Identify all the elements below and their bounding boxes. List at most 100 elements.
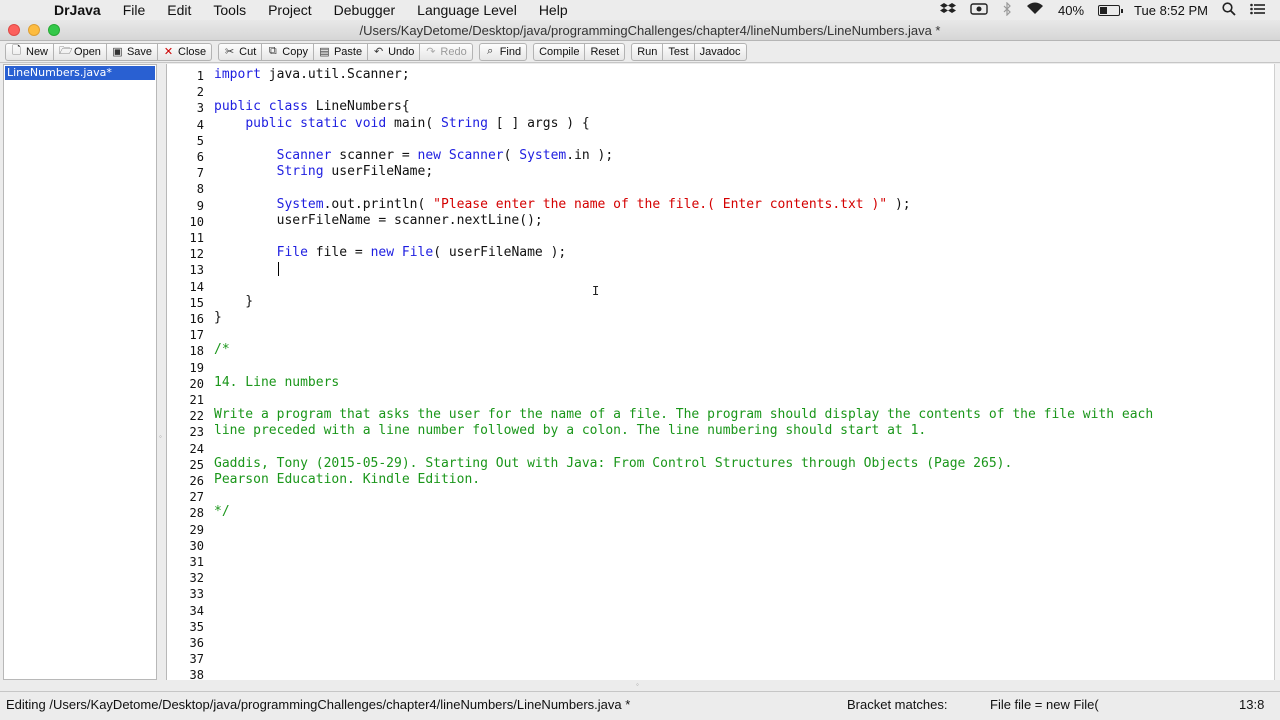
code-token: } [214,293,254,309]
code-line[interactable]: Pearson Education. Kindle Edition. [214,472,480,488]
document-item-linenumbers[interactable]: LineNumbers.java* [5,66,155,80]
code-line[interactable]: */ [214,504,230,520]
line-number: 3 [196,101,204,116]
javadoc-button[interactable]: Javadoc [694,42,747,61]
paste-button[interactable]: ▤ Paste [313,42,369,61]
code-token: */ [214,504,230,520]
line-number: 30 [189,538,204,553]
menu-help[interactable]: Help [539,2,568,18]
wifi-icon[interactable] [1026,2,1044,18]
test-button[interactable]: Test [663,42,695,61]
line-number: 10 [189,214,204,229]
redo-button[interactable]: ↷ Redo [420,42,473,61]
code-token: main( [386,115,441,131]
code-token: Gaddis, Tony (2015-05-29). Starting Out … [214,455,1013,471]
code-line[interactable]: public static void main( String [ ] args… [214,115,589,132]
save-button[interactable]: ▣ Save [106,42,159,61]
redo-icon: ↷ [426,46,436,58]
code-line[interactable]: /* [214,342,230,358]
text-caret [278,262,279,277]
code-token: File [401,245,434,261]
compile-button-group: Compile Reset [533,42,626,61]
menu-app-name[interactable]: DrJava [54,2,101,18]
open-button-label: Open [74,45,101,58]
dropbox-icon[interactable] [940,2,957,19]
find-button[interactable]: ⌕ Find [478,42,528,61]
code-line[interactable]: } [214,294,253,310]
splitter-grip-icon: ◦ [636,680,639,689]
line-number: 32 [189,571,204,586]
run-button-label: Run [637,45,658,58]
code-line[interactable]: File file = new File( userFileName ); [214,245,567,261]
code-token: .in ); [566,148,614,163]
line-number: 6 [196,150,204,164]
battery-icon[interactable] [1098,4,1124,16]
line-number: 36 [189,636,204,650]
line-number: 7 [196,166,204,181]
code-line[interactable]: line preceded with a line number followe… [214,423,926,439]
editor-vertical-scrollbar[interactable] [1274,64,1280,680]
close-file-icon: ✕ [163,46,174,58]
code-line[interactable]: userFileName = scanner.nextLine(); [214,213,543,229]
menu-clock[interactable]: Tue 8:52 PM [1134,3,1208,18]
menu-debugger[interactable]: Debugger [334,2,396,18]
document-list: LineNumbers.java* [3,64,157,680]
test-button-label: Test [668,45,689,58]
menu-project[interactable]: Project [268,2,312,18]
find-button-label: Find [499,45,522,58]
compile-button[interactable]: Compile [533,42,586,61]
copy-button[interactable]: ⧉ Copy [262,42,314,61]
code-area[interactable]: import java.util.Scanner; public class Li… [214,64,1272,680]
bluetooth-icon[interactable] [1002,1,1012,19]
code-token: userFileName = scanner.nextLine(); [214,212,543,228]
menu-file[interactable]: File [123,2,146,18]
code-line[interactable]: String userFileName; [214,164,434,180]
line-number: 24 [189,441,204,456]
code-line[interactable]: public class LineNumbers{ [214,99,410,115]
reset-button[interactable]: Reset [585,42,626,61]
code-token: Scanner [448,148,504,163]
new-button[interactable]: 🗋 New [5,42,55,61]
status-bar: Editing /Users/KayDetome/Desktop/java/pr… [0,691,1280,720]
find-button-group: ⌕ Find [478,42,528,61]
menu-language-level[interactable]: Language Level [417,2,517,18]
line-number: 26 [189,474,204,488]
code-line[interactable]: 14. Line numbers [214,375,339,391]
menu-edit[interactable]: Edit [167,2,191,18]
run-button[interactable]: Run [631,42,664,61]
code-token: Write a program that asks the user for t… [214,407,1154,423]
code-token: new [417,148,441,163]
screen-record-icon[interactable] [970,2,988,18]
splitter-grip-icon: ◦ [159,432,162,441]
cut-button[interactable]: ✂ Cut [218,42,263,61]
spotlight-search-icon[interactable] [1222,1,1236,19]
notification-center-icon[interactable] [1250,3,1266,18]
menu-tools[interactable]: Tools [213,2,246,18]
horizontal-split-divider[interactable]: ◦ [0,680,1280,691]
code-line[interactable]: Gaddis, Tony (2015-05-29). Starting Out … [214,456,1012,472]
line-number: 4 [196,117,204,132]
code-token: ( userFileName ); [433,245,567,261]
cut-button-label: Cut [239,45,257,58]
code-line[interactable]: import java.util.Scanner; [214,67,410,83]
code-line[interactable]: } [214,310,222,326]
line-number-gutter: 1 2 3 4 5 6 7 8 9 10 11 12 13 14 15 16 17 18 19 20 21 22 23 24 2… [167,64,207,682]
close-button[interactable]: ✕ Close [158,42,213,61]
code-line[interactable]: System.out.println( "Please enter the na… [214,197,911,213]
code-line[interactable]: Write a program that asks the user for t… [214,407,1153,423]
code-token: public static void [245,115,387,131]
code-editor[interactable]: 1 2 3 4 5 6 7 8 9 10 11 12 13 14 15 16 17 18 19 20 21 22 23 24 2… [166,64,1280,682]
code-token: /* [214,342,230,358]
open-button[interactable]: 🗁 Open [54,42,107,61]
vertical-split-divider[interactable]: ◦ [157,64,166,680]
line-number: 37 [189,652,204,667]
code-token: Scanner [276,148,332,163]
code-token: ( [503,148,520,163]
undo-button[interactable]: ↶ Undo [368,42,421,61]
scrollbar-thumb[interactable] [1275,64,1280,680]
battery-percent[interactable]: 40% [1058,3,1084,18]
code-line[interactable]: Scanner scanner = new Scanner( System.in… [214,148,614,164]
code-token: public class [214,99,308,115]
